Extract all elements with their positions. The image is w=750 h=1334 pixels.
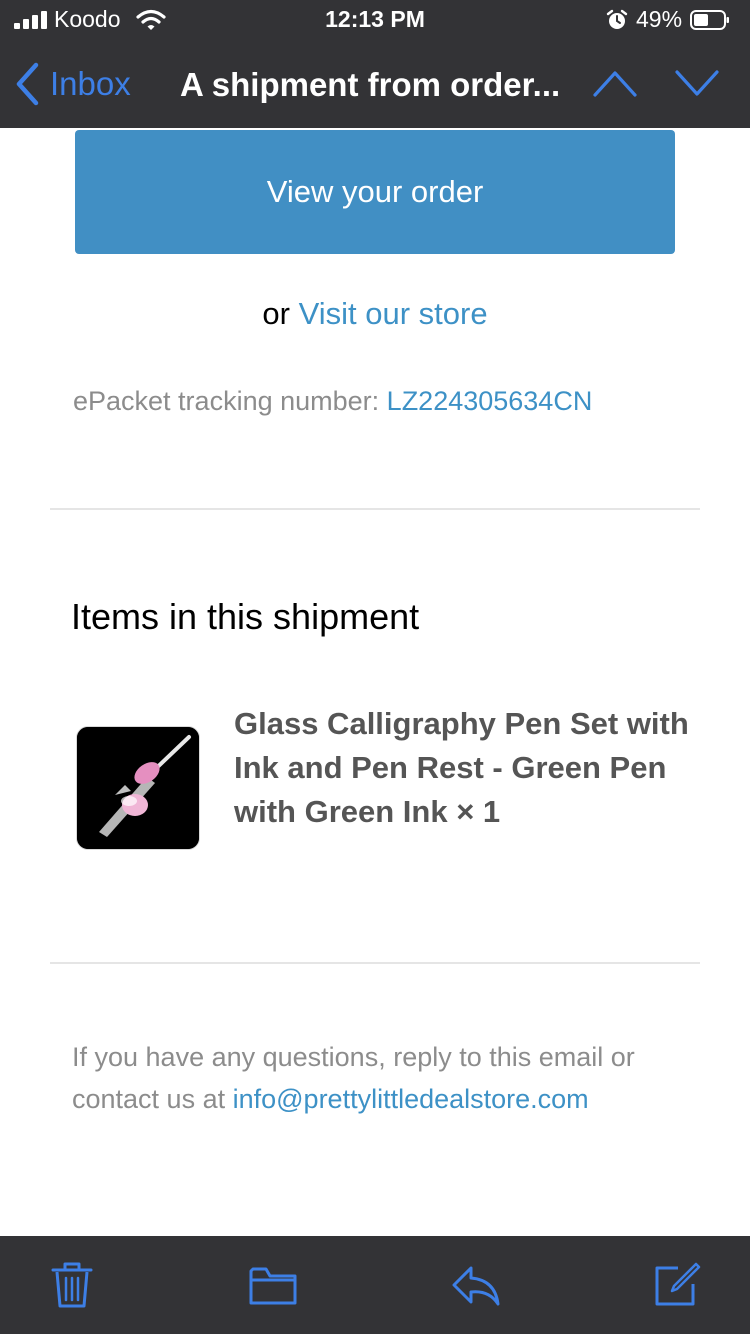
status-bar: Koodo 12:13 PM 49% (0, 0, 750, 40)
tracking-number-link[interactable]: LZ224305634CN (387, 386, 593, 416)
item-name: Glass Calligraphy Pen Set with Ink and P… (234, 706, 689, 829)
compose-icon[interactable] (652, 1260, 702, 1310)
back-to-inbox-button[interactable]: Inbox (14, 62, 131, 106)
reply-icon[interactable] (451, 1260, 501, 1310)
tracking-line: ePacket tracking number: LZ224305634CN (73, 386, 592, 417)
tracking-label: ePacket tracking number: (73, 386, 380, 416)
alarm-clock-icon (606, 9, 628, 29)
battery-percentage: 49% (636, 6, 683, 32)
next-email-button[interactable] (674, 68, 720, 98)
visit-store-link[interactable]: Visit our store (299, 296, 488, 331)
battery-icon (690, 10, 729, 30)
footer-text-block: If you have any questions, reply to this… (72, 1036, 712, 1120)
product-thumbnail (76, 726, 200, 850)
email-screen: Koodo 12:13 PM 49% Inbox A shipment from… (0, 0, 750, 1334)
bottom-toolbar (0, 1236, 750, 1334)
trash-icon[interactable] (47, 1260, 97, 1310)
glass-pen-image (77, 727, 199, 849)
navigation-bar: Inbox A shipment from order... (0, 40, 750, 128)
contact-email-link[interactable]: info@prettylittledealstore.com (233, 1084, 589, 1114)
folder-icon[interactable] (248, 1260, 298, 1310)
email-subject-title: A shipment from order... (180, 66, 561, 103)
divider (50, 962, 700, 964)
or-text: or (262, 296, 290, 331)
previous-email-button[interactable] (592, 68, 638, 98)
back-label: Inbox (50, 65, 131, 102)
top-bar: Koodo 12:13 PM 49% Inbox A shipment from… (0, 0, 750, 128)
chevron-left-icon (16, 62, 39, 106)
view-order-button[interactable]: View your order (75, 130, 675, 254)
items-heading: Items in this shipment (71, 596, 420, 637)
store-link-line: or Visit our store (0, 296, 750, 332)
divider (50, 508, 700, 510)
